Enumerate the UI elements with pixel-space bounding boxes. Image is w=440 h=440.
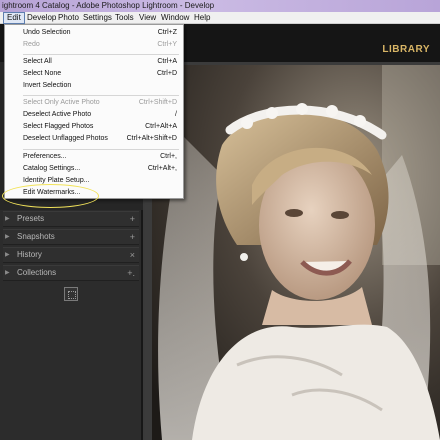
window-title-bar: ightroom 4 Catalog - Adobe Photoshop Lig… — [0, 0, 440, 12]
menu-item-shortcut: Ctrl+Y — [157, 41, 177, 48]
menu-photo[interactable]: Photo — [55, 12, 82, 24]
highlight-annotation — [2, 184, 99, 208]
expand-triangle-icon: ▶ — [5, 234, 10, 240]
menu-item-shortcut: Ctrl+Z — [157, 29, 177, 36]
menu-item-deselect-unflagged-photos[interactable]: Deselect Unflagged Photos Ctrl+Alt+Shift… — [23, 133, 181, 145]
menu-settings[interactable]: Settings — [80, 12, 115, 24]
menu-separator — [23, 54, 179, 55]
menu-item-label: Deselect Unflagged Photos — [23, 135, 108, 142]
edit-menu-dropdown: Undo Selection Ctrl+Z Redo Ctrl+Y Select… — [4, 24, 184, 199]
panel-label: History — [17, 250, 42, 259]
photo-preview — [152, 65, 440, 440]
menu-item-shortcut: Ctrl+Shift+D — [138, 99, 177, 106]
menu-item-label: Select Flagged Photos — [23, 123, 94, 130]
menu-bar: Edit Develop Photo Settings Tools View W… — [0, 12, 440, 24]
menu-item-shortcut: Ctrl+, — [160, 153, 177, 160]
panel-collections[interactable]: ▶ Collections +. — [3, 265, 139, 281]
menu-item-shortcut: / — [175, 111, 177, 118]
menu-item-label: Undo Selection — [23, 29, 71, 36]
panel-label: Collections — [17, 268, 57, 277]
menu-item-shortcut: Ctrl+Alt+A — [145, 123, 177, 130]
menu-edit[interactable]: Edit — [3, 12, 25, 24]
menu-item-label: Invert Selection — [23, 82, 72, 89]
menu-item-shortcut: Ctrl+Alt+Shift+D — [126, 135, 177, 142]
menu-item-label: Select All — [23, 58, 52, 65]
menu-item-deselect-active-photo[interactable]: Deselect Active Photo / — [23, 109, 181, 121]
menu-separator — [23, 95, 179, 96]
panel-presets[interactable]: ▶ Presets + — [3, 211, 139, 227]
menu-item-undo-selection[interactable]: Undo Selection Ctrl+Z — [23, 27, 181, 39]
menu-item-select-none[interactable]: Select None Ctrl+D — [23, 68, 181, 80]
menu-item-preferences[interactable]: Preferences... Ctrl+, — [23, 151, 181, 163]
module-library-link[interactable]: LIBRARY — [382, 44, 430, 55]
panel-history[interactable]: ▶ History × — [3, 247, 139, 263]
menu-view[interactable]: View — [136, 12, 159, 24]
menu-item-label: Select Only Active Photo — [23, 99, 100, 106]
expand-triangle-icon: ▶ — [5, 216, 10, 222]
expand-triangle-icon: ▶ — [5, 270, 10, 276]
import-placeholder-button[interactable] — [64, 287, 78, 301]
add-collection-button[interactable]: +. — [127, 266, 135, 280]
menu-item-redo[interactable]: Redo Ctrl+Y — [23, 39, 181, 51]
menu-item-shortcut: Ctrl+A — [157, 58, 177, 65]
panel-label: Snapshots — [17, 232, 55, 241]
expand-triangle-icon: ▶ — [5, 252, 10, 258]
add-snapshot-button[interactable]: + — [130, 230, 135, 244]
bride-photo — [152, 65, 440, 440]
menu-item-label: Select None — [23, 70, 62, 77]
menu-item-label: Identity Plate Setup... — [23, 177, 90, 184]
menu-item-select-flagged-photos[interactable]: Select Flagged Photos Ctrl+Alt+A — [23, 121, 181, 133]
panel-label: Presets — [17, 214, 45, 223]
menu-item-label: Redo — [23, 41, 40, 48]
menu-tools[interactable]: Tools — [112, 12, 137, 24]
menu-item-invert-selection[interactable]: Invert Selection — [23, 80, 181, 92]
menu-help[interactable]: Help — [191, 12, 213, 24]
menu-item-shortcut: Ctrl+Alt+, — [147, 165, 177, 172]
menu-item-label: Deselect Active Photo — [23, 111, 92, 118]
clear-history-button[interactable]: × — [130, 248, 135, 262]
menu-separator — [23, 149, 179, 150]
add-preset-button[interactable]: + — [130, 212, 135, 226]
menu-item-shortcut: Ctrl+D — [156, 70, 177, 77]
menu-window[interactable]: Window — [158, 12, 192, 24]
menu-item-select-all[interactable]: Select All Ctrl+A — [23, 56, 181, 68]
menu-item-select-only-active-photo[interactable]: Select Only Active Photo Ctrl+Shift+D — [23, 97, 181, 109]
panel-snapshots[interactable]: ▶ Snapshots + — [3, 229, 139, 245]
window-title: ightroom 4 Catalog - Adobe Photoshop Lig… — [2, 1, 215, 10]
menu-item-label: Preferences... — [23, 153, 67, 160]
lightroom-window: ightroom 4 Catalog - Adobe Photoshop Lig… — [0, 0, 440, 440]
menu-item-label: Catalog Settings... — [23, 165, 81, 172]
menu-item-catalog-settings[interactable]: Catalog Settings... Ctrl+Alt+, — [23, 163, 181, 175]
